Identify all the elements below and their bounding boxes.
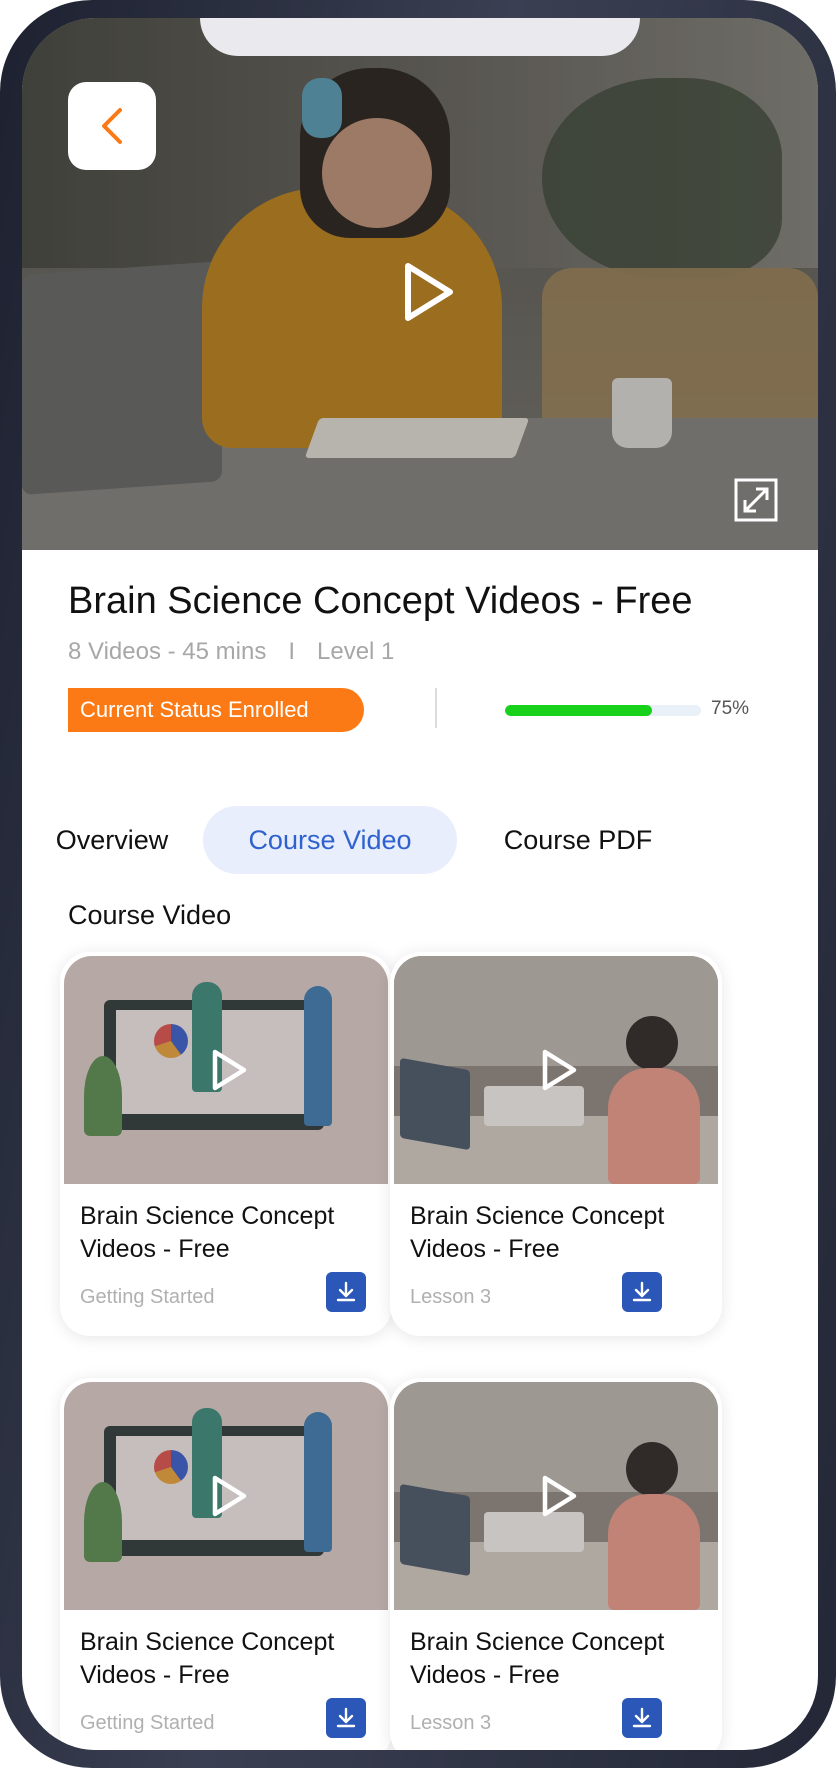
progress-label: 75%: [711, 698, 750, 719]
download-icon: [632, 1281, 652, 1302]
phone-frame: Brain Science Concept Videos - Free 8 Vi…: [0, 0, 836, 1768]
course-level: Level 1: [317, 638, 395, 665]
status-divider: [435, 688, 437, 728]
progress-fill: [505, 705, 652, 716]
download-icon: [632, 1707, 652, 1728]
course-title: Brain Science Concept Videos - Free: [68, 580, 693, 622]
status-badge: Current Status Enrolled: [68, 688, 364, 732]
video-thumbnail[interactable]: [394, 956, 718, 1184]
video-card[interactable]: Brain Science Concept Videos - Free Less…: [390, 1378, 722, 1750]
course-meta: 8 Videos - 45 mins I Level 1: [68, 638, 394, 666]
back-button[interactable]: [68, 82, 156, 170]
download-button[interactable]: [622, 1272, 662, 1312]
play-icon[interactable]: [210, 1474, 248, 1518]
video-subtitle: Getting Started: [80, 1286, 215, 1308]
device-notch: [200, 18, 640, 56]
video-thumbnail[interactable]: [394, 1382, 718, 1610]
video-subtitle: Lesson 3: [410, 1712, 492, 1734]
meta-separator: I: [288, 638, 295, 665]
progress-bar: [505, 705, 701, 716]
expand-icon[interactable]: [734, 478, 778, 522]
video-title: Brain Science Concept Videos - Free: [80, 1202, 335, 1263]
video-title: Brain Science Concept Videos - Free: [80, 1628, 335, 1689]
download-icon: [336, 1707, 356, 1728]
download-button[interactable]: [622, 1698, 662, 1738]
download-icon: [336, 1281, 356, 1302]
download-button[interactable]: [326, 1272, 366, 1312]
video-thumbnail[interactable]: [64, 1382, 388, 1610]
video-subtitle: Getting Started: [80, 1712, 215, 1734]
tab-course-pdf[interactable]: Course PDF: [498, 806, 658, 874]
video-title: Brain Science Concept Videos - Free: [410, 1628, 665, 1689]
play-icon[interactable]: [540, 1474, 578, 1518]
video-card[interactable]: Brain Science Concept Videos - Free Gett…: [60, 1378, 392, 1750]
play-icon[interactable]: [210, 1048, 248, 1092]
back-chevron-icon: [102, 108, 122, 144]
play-icon[interactable]: [540, 1048, 578, 1092]
tab-overview[interactable]: Overview: [52, 806, 172, 874]
video-card[interactable]: Brain Science Concept Videos - Free Gett…: [60, 952, 392, 1336]
download-button[interactable]: [326, 1698, 366, 1738]
play-icon[interactable]: [400, 260, 456, 324]
video-title: Brain Science Concept Videos - Free: [410, 1202, 665, 1263]
section-title: Course Video: [68, 900, 232, 930]
videos-info: 8 Videos - 45 mins: [68, 638, 267, 665]
video-subtitle: Lesson 3: [410, 1286, 492, 1308]
video-card[interactable]: Brain Science Concept Videos - Free Less…: [390, 952, 722, 1336]
tab-course-video[interactable]: Course Video: [203, 806, 457, 874]
app-screen: Brain Science Concept Videos - Free 8 Vi…: [22, 18, 818, 1750]
video-thumbnail[interactable]: [64, 956, 388, 1184]
